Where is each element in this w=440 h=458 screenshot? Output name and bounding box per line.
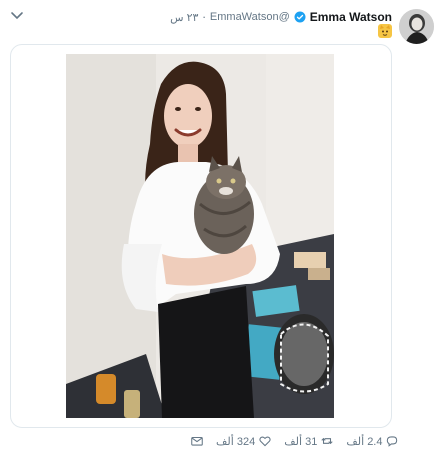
reply-count: 2.4 ألف bbox=[346, 435, 383, 448]
like-count: 324 ألف bbox=[216, 435, 256, 448]
verified-badge-icon bbox=[294, 11, 306, 23]
author-name[interactable]: Emma Watson bbox=[310, 10, 392, 24]
direct-message-button[interactable] bbox=[190, 434, 204, 448]
avatar[interactable] bbox=[399, 9, 434, 44]
tweet-text bbox=[378, 24, 392, 40]
chevron-down-icon[interactable] bbox=[10, 10, 24, 22]
tweet-card: Emma Watson @EmmaWatson · ٢٣ س 2.4 ألف 3… bbox=[0, 0, 440, 458]
heart-icon bbox=[259, 436, 271, 447]
photo-image bbox=[66, 54, 334, 418]
media-container bbox=[10, 44, 392, 428]
header-separator: · bbox=[202, 10, 206, 24]
author-handle[interactable]: @EmmaWatson bbox=[210, 11, 290, 23]
reply-icon bbox=[387, 436, 398, 447]
like-button[interactable]: 324 ألف bbox=[216, 434, 272, 448]
cat-face-emoji-icon bbox=[378, 24, 392, 38]
tweet-actions: 2.4 ألف 31 ألف 324 ألف bbox=[190, 432, 399, 450]
envelope-icon bbox=[191, 436, 203, 446]
tweet-header: Emma Watson @EmmaWatson · ٢٣ س bbox=[170, 8, 392, 26]
retweet-button[interactable]: 31 ألف bbox=[284, 434, 334, 448]
tweet-timestamp[interactable]: ٢٣ س bbox=[170, 11, 198, 24]
tweet-photo[interactable] bbox=[66, 54, 334, 418]
reply-button[interactable]: 2.4 ألف bbox=[346, 434, 399, 448]
retweet-count: 31 ألف bbox=[284, 435, 318, 448]
retweet-icon bbox=[321, 437, 333, 445]
avatar-image bbox=[399, 9, 434, 44]
